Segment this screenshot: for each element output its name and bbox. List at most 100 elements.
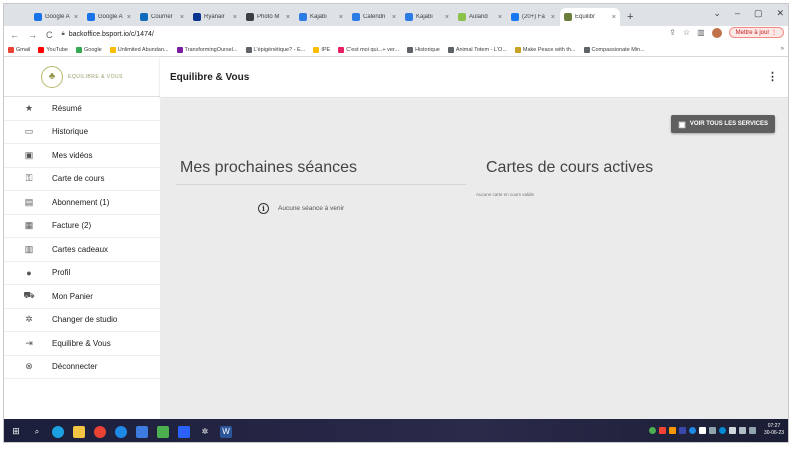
tab-label: (20+) Fa [522, 14, 545, 20]
update-button[interactable]: Mettre à jour ⋮ [728, 27, 784, 38]
sidebar-item-logout[interactable]: ⊗ Déconnecter [4, 356, 160, 379]
app-icon[interactable] [178, 425, 190, 438]
gift-card-icon: ▥ [24, 243, 34, 254]
settings-icon[interactable]: ✲ [199, 426, 211, 438]
bookmark-item[interactable]: IPE [313, 46, 330, 53]
tab-close-icon[interactable]: × [339, 14, 343, 21]
more-options-icon[interactable]: ⋮ [767, 70, 778, 83]
keyboard-icon[interactable] [748, 426, 756, 434]
studio-logo: ♣ EQUILIBRE & VOUS [4, 57, 160, 97]
sidebar-item-gift-cards[interactable]: ▥ Cartes cadeaux [4, 238, 160, 262]
volume-icon[interactable] [738, 426, 746, 434]
browser-tab[interactable]: Courrier × [136, 8, 188, 26]
sidebar-item-studio[interactable]: ⇥ Equilibre & Vous [4, 332, 160, 356]
browser-tab[interactable]: Photo M × [242, 8, 294, 26]
browser-tab[interactable]: Equilibr × [560, 8, 620, 26]
sidebar-item-subscription[interactable]: ▤ Abonnement (1) [4, 191, 160, 215]
sidebar-item-history[interactable]: ▭ Historique [4, 121, 160, 144]
store-icon[interactable] [136, 425, 148, 438]
search-icon[interactable]: ⌕ [31, 426, 43, 438]
url-field[interactable]: 🔒︎ backoffice.bsport.io/c/1474/ [62, 31, 154, 38]
sidebar-item-cart[interactable]: ⛟ Mon Panier [4, 285, 160, 309]
bookmark-favicon-icon [8, 46, 14, 53]
bookmark-item[interactable]: Historique [407, 46, 440, 53]
browser-tab[interactable]: Kajabi × [401, 8, 453, 26]
tab-search-icon[interactable]: ⌄ [713, 8, 721, 19]
tray-app-icon[interactable] [678, 426, 686, 434]
bookmark-item[interactable]: Gmail [8, 46, 30, 53]
file-explorer-icon[interactable] [73, 425, 85, 438]
tab-close-icon[interactable]: × [233, 14, 237, 21]
browser-tab[interactable]: Google A × [30, 8, 82, 26]
sidebar-item-invoices[interactable]: ▦ Facture (2) [4, 215, 160, 238]
tab-close-icon[interactable]: × [127, 14, 131, 21]
bookmark-item[interactable]: C'est moi qui...+ ver... [338, 46, 399, 53]
bookmark-star-icon[interactable]: ☆ [683, 28, 690, 37]
bookmarks-bar: Gmail YouTube Google Unlimited Abundan... Tr… [4, 43, 788, 57]
chrome-icon[interactable] [94, 425, 106, 438]
sidebar-item-summary[interactable]: ★ Résumé [4, 97, 160, 121]
view-all-services-label: VOIR TOUS LES SERVICES [689, 121, 768, 127]
bookmark-item[interactable]: Google [76, 46, 102, 53]
view-all-services-button[interactable]: ▣ VOIR TOUS LES SERVICES [671, 115, 775, 133]
sidebar-item-class-card[interactable]: ⚿ Carte de cours [4, 168, 160, 191]
bookmark-item[interactable]: Compassionate Min... [583, 46, 645, 53]
reload-icon[interactable]: C [46, 30, 53, 40]
tab-close-icon[interactable]: × [612, 14, 616, 21]
tray-app-icon[interactable] [668, 426, 676, 434]
subscription-icon: ▤ [24, 196, 34, 207]
tab-favicon-icon [564, 13, 572, 21]
sidebar-item-label: Mes vidéos [52, 150, 93, 160]
maximize-icon[interactable]: ▢ [754, 8, 763, 19]
taskbar-clock[interactable]: 07:27 30-06-23 [764, 423, 784, 437]
tab-close-icon[interactable]: × [74, 14, 78, 21]
tab-close-icon[interactable]: × [551, 14, 555, 21]
tab-close-icon[interactable]: × [498, 14, 502, 21]
sidepanel-icon[interactable]: ▥ [697, 28, 705, 37]
photos-icon[interactable] [157, 425, 169, 438]
browser-tab[interactable]: (20+) Fa × [507, 8, 559, 26]
minimize-icon[interactable]: – [735, 8, 740, 19]
profile-avatar[interactable] [711, 27, 722, 38]
tray-app-icon[interactable] [698, 426, 706, 434]
back-arrow-icon[interactable]: ← [10, 30, 19, 40]
browser-tab[interactable]: Auland × [454, 8, 506, 26]
tab-close-icon[interactable]: × [445, 14, 449, 21]
bookmark-item[interactable]: TransformingOursel... [176, 46, 238, 53]
browser-tab[interactable]: Calendri × [348, 8, 400, 26]
bookmark-item[interactable]: Unlimited Abundan... [109, 46, 169, 53]
bookmark-item[interactable]: YouTube [38, 46, 68, 53]
battery-icon[interactable] [728, 426, 736, 434]
forward-arrow-icon[interactable]: → [28, 30, 37, 40]
windows-start-icon[interactable]: ⊞ [10, 426, 22, 438]
browser-tab[interactable]: Ryanair × [189, 8, 241, 26]
tab-favicon-icon [193, 13, 201, 21]
tray-app-icon[interactable] [718, 426, 726, 434]
sidebar-item-change-studio[interactable]: ✲ Changer de studio [4, 309, 160, 332]
bookmarks-overflow-icon[interactable]: » [781, 46, 784, 52]
tab-close-icon[interactable]: × [180, 14, 184, 21]
tray-app-icon[interactable] [658, 426, 666, 434]
new-tab-button[interactable]: + [621, 8, 639, 26]
word-icon[interactable]: W [220, 425, 232, 438]
tab-label: Calendri [363, 14, 386, 20]
mail-icon[interactable] [115, 425, 127, 438]
bookmark-item[interactable]: Make Peace with th... [514, 46, 576, 53]
bookmark-favicon-icon [76, 46, 82, 53]
sidebar-item-label: Déconnecter [52, 362, 98, 372]
tab-close-icon[interactable]: × [392, 14, 396, 21]
tab-favicon-icon [511, 13, 519, 21]
share-icon[interactable]: ⇪ [669, 28, 676, 37]
close-window-icon[interactable]: ✕ [776, 8, 784, 19]
tab-close-icon[interactable]: × [286, 14, 290, 21]
browser-tab[interactable]: Google A × [83, 8, 135, 26]
bookmark-item[interactable]: L'épigénétique? - E... [245, 46, 305, 53]
sidebar-item-videos[interactable]: ▣ Mes vidéos [4, 144, 160, 168]
tray-app-icon[interactable] [688, 426, 696, 434]
bookmark-item[interactable]: Animal Totem - L'O... [447, 46, 507, 53]
tray-app-icon[interactable] [648, 426, 656, 434]
network-icon[interactable] [708, 426, 716, 434]
browser-tab[interactable]: Kajabi × [295, 8, 347, 26]
edge-icon[interactable] [52, 425, 64, 438]
sidebar-item-profile[interactable]: ● Profil [4, 262, 160, 285]
